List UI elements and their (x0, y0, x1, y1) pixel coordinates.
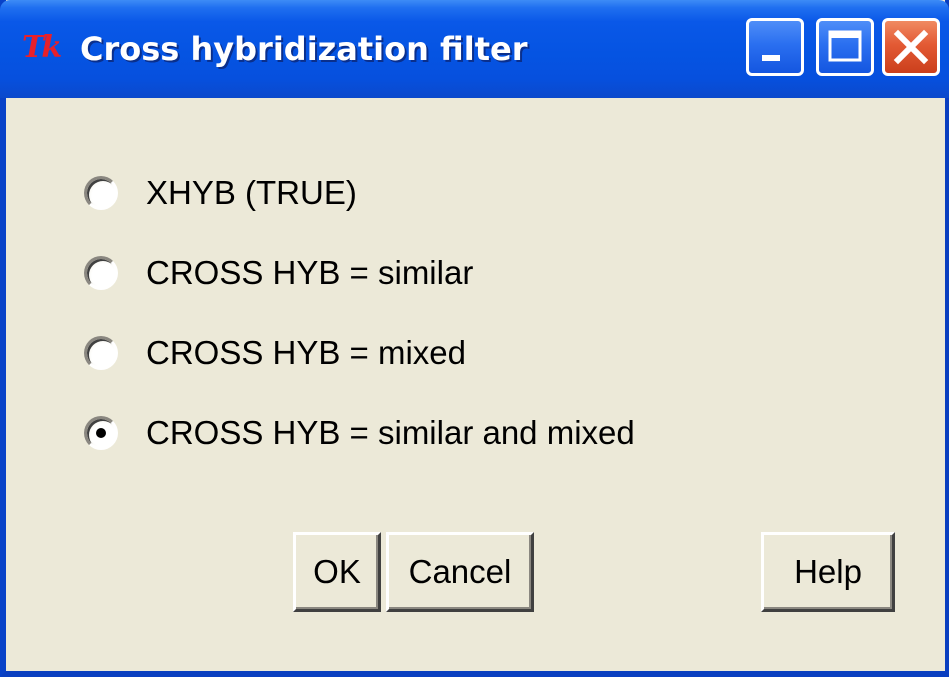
maximize-icon (828, 30, 862, 62)
radio-button[interactable] (84, 336, 118, 370)
option-xhyb-true[interactable]: XHYB (TRUE) (84, 168, 357, 218)
option-cross-hyb-mixed[interactable]: CROSS HYB = mixed (84, 328, 466, 378)
minimize-button[interactable] (746, 18, 804, 76)
option-cross-hyb-similar[interactable]: CROSS HYB = similar (84, 248, 473, 298)
close-icon (893, 29, 929, 65)
minimize-icon (762, 55, 780, 61)
window-title: Cross hybridization filter (80, 30, 528, 68)
option-label: XHYB (TRUE) (146, 174, 357, 211)
maximize-button[interactable] (816, 18, 874, 76)
radio-button[interactable] (84, 256, 118, 290)
dialog-window: Tk Cross hybridization filter XHYB (TRUE… (0, 0, 949, 677)
cancel-button[interactable]: Cancel (386, 532, 534, 612)
radio-button[interactable] (84, 176, 118, 210)
close-button[interactable] (882, 18, 940, 76)
ok-button[interactable]: OK (293, 532, 381, 612)
tk-feather-icon: Tk (22, 30, 62, 65)
option-label: CROSS HYB = mixed (146, 334, 467, 371)
option-label: CROSS HYB = similar (146, 254, 474, 291)
option-label: CROSS HYB = similar and mixed (146, 414, 635, 451)
radio-button-selected[interactable] (84, 416, 118, 450)
dialog-body: XHYB (TRUE) CROSS HYB = similar CROSS HY… (6, 98, 945, 671)
option-cross-hyb-similar-and-mixed[interactable]: CROSS HYB = similar and mixed (84, 408, 635, 458)
help-button[interactable]: Help (761, 532, 895, 612)
title-bar[interactable]: Tk Cross hybridization filter (0, 0, 949, 98)
